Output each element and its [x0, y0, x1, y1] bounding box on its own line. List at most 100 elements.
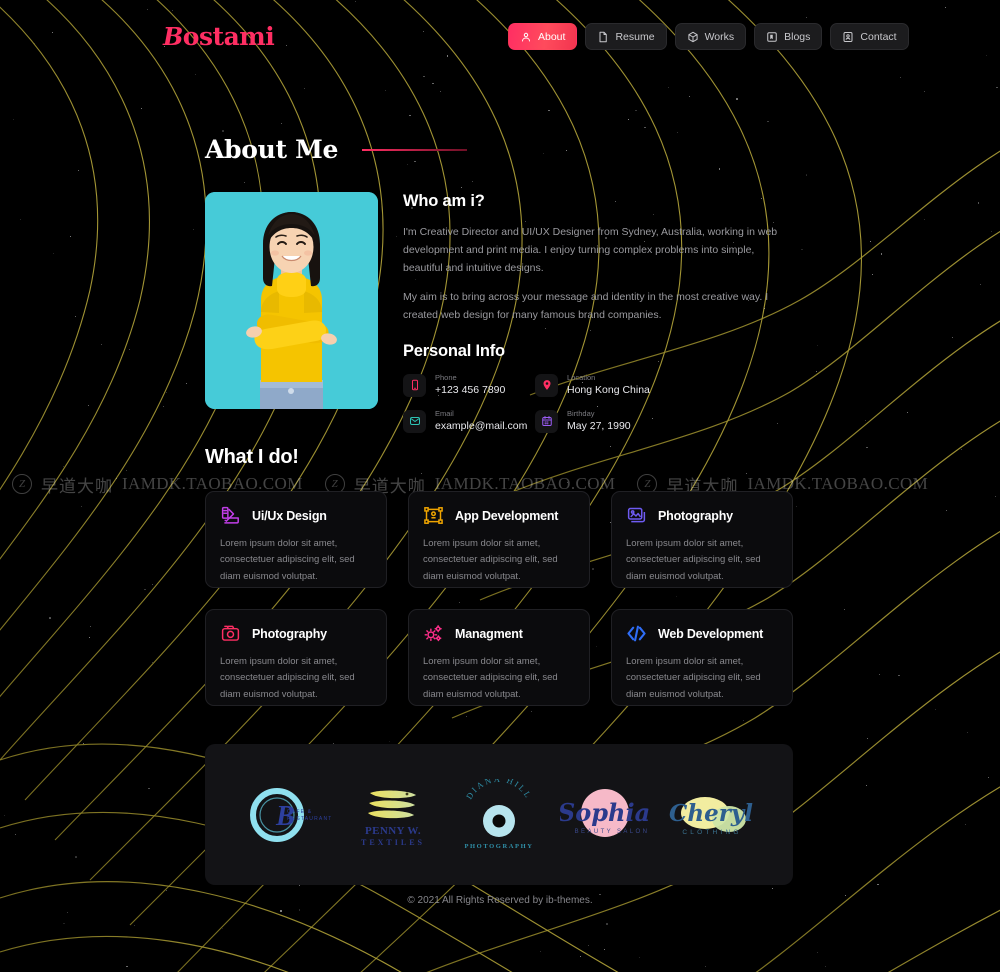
service-card-header: App Development	[423, 505, 575, 526]
info-value-phone: +123 456 7890	[435, 383, 506, 396]
service-desc: Lorem ipsum dolor sit amet, consectetuer…	[423, 656, 558, 700]
bio-paragraph-1: I'm Creative Director and UI/UX Designer…	[403, 226, 778, 275]
svg-text:PENNY W.: PENNY W.	[365, 825, 421, 837]
sophia-beauty-salon-logo: Sophia BEAUTY SALON	[560, 788, 650, 837]
service-card-header: Web Development	[626, 623, 778, 644]
service-card-app-development[interactable]: App Development Lorem ipsum dolor sit am…	[408, 491, 590, 588]
service-card-header: Photography	[220, 623, 372, 644]
info-value-email: example@mail.com	[435, 419, 528, 432]
client-logo-sophia-beauty-salon[interactable]: Sophia BEAUTY SALON	[560, 779, 650, 851]
client-logo-cheryl-clothing[interactable]: Cheryl CLOTHING	[667, 779, 757, 851]
service-card-web-development[interactable]: Web Development Lorem ipsum dolor sit am…	[611, 609, 793, 706]
document-icon	[599, 31, 608, 42]
calendar-icon	[541, 416, 552, 427]
info-item-birthday: Birthday May 27, 1990	[535, 409, 793, 433]
svg-text:BEAUTY SALON: BEAUTY SALON	[575, 829, 650, 835]
camera-icon	[221, 625, 240, 641]
svg-text:Sophia: Sophia	[560, 798, 650, 827]
nav-label-about: About	[538, 30, 566, 43]
services-heading: What I do!	[205, 446, 299, 468]
who-am-i-heading: Who am i?	[403, 192, 485, 210]
nav-item-contact[interactable]: Contact	[830, 23, 909, 50]
svg-text:Cheryl: Cheryl	[669, 800, 753, 827]
location-icon	[543, 380, 550, 391]
diana-hill-photography-logo: DIANA HILL PHOTOGRAPHY	[464, 779, 534, 850]
service-desc: Lorem ipsum dolor sit amet, consectetuer…	[220, 538, 355, 582]
gears-icon	[424, 625, 442, 642]
site-header: Bostami About Resume Works Blogs Contact	[0, 0, 1000, 72]
service-card-management[interactable]: Managment Lorem ipsum dolor sit amet, co…	[408, 609, 590, 706]
title-underline-accent	[362, 148, 468, 151]
email-icon-wrap	[403, 409, 426, 433]
service-card-header: Photography	[626, 505, 778, 526]
nav-item-about[interactable]: About	[508, 23, 578, 50]
info-label-phone: Phone	[435, 373, 457, 383]
client-logo-penny-w-textiles[interactable]: PENNY W. TEXTILES	[348, 779, 438, 851]
phone-icon-wrap	[403, 373, 426, 397]
client-logo-b-cafe[interactable]: B CAFE & RESTAURANT	[241, 779, 331, 851]
logo-text: ostami	[182, 22, 275, 51]
app-frame-icon	[424, 507, 443, 524]
cube-icon	[687, 31, 698, 42]
svg-text:CAFE &: CAFE &	[287, 809, 312, 815]
bio-paragraph-2: My aim is to bring across your message a…	[403, 291, 769, 322]
nav-label-blogs: Blogs	[784, 30, 811, 43]
service-card-photography-2[interactable]: Photography Lorem ipsum dolor sit amet, …	[205, 609, 387, 706]
profile-photo-illustration	[205, 192, 378, 409]
service-title: Ui/Ux Design	[252, 508, 327, 523]
phone-icon	[411, 379, 418, 391]
personal-info-grid: Phone +123 456 7890 Location Hong Kong C…	[403, 373, 793, 433]
service-title: Photography	[658, 508, 733, 523]
footer-copyright: © 2021 All Rights Reserved by ib-themes.	[407, 895, 593, 906]
design-swatch-icon	[221, 506, 239, 524]
location-icon-wrap	[535, 373, 558, 397]
svg-text:RESTAURANT: RESTAURANT	[287, 816, 331, 822]
user-icon	[522, 32, 530, 41]
info-value-birthday: May 27, 1990	[567, 419, 631, 432]
svg-text:TEXTILES: TEXTILES	[361, 838, 425, 847]
services-grid: Ui/Ux Design Lorem ipsum dolor sit amet,…	[205, 491, 793, 706]
personal-info-heading: Personal Info	[403, 342, 505, 361]
site-logo[interactable]: Bostami	[163, 22, 275, 51]
service-card-photography-1[interactable]: Photography Lorem ipsum dolor sit amet, …	[611, 491, 793, 588]
service-desc: Lorem ipsum dolor sit amet, consectetuer…	[220, 656, 355, 700]
service-title: Web Development	[658, 626, 764, 641]
main-navigation: About Resume Works Blogs Contact	[508, 23, 909, 50]
logo-initial: B	[163, 22, 183, 51]
nav-label-works: Works	[704, 30, 735, 43]
service-title: App Development	[455, 508, 559, 523]
penny-w-textiles-logo: PENNY W. TEXTILES	[361, 790, 425, 847]
service-card-header: Managment	[423, 623, 575, 644]
calendar-icon-wrap	[535, 409, 558, 433]
about-section: Who am i? I'm Creative Director and UI/U…	[205, 192, 793, 433]
book-icon	[767, 31, 777, 42]
image-stack-icon	[627, 507, 646, 523]
service-card-header: Ui/Ux Design	[220, 505, 372, 526]
svg-text:DIANA HILL: DIANA HILL	[464, 779, 534, 801]
info-label-location: Location	[567, 373, 596, 383]
svg-text:PHOTOGRAPHY: PHOTOGRAPHY	[464, 843, 533, 850]
page-title-block: About Me	[205, 135, 468, 164]
service-desc: Lorem ipsum dolor sit amet, consectetuer…	[423, 538, 558, 582]
nav-item-resume[interactable]: Resume	[585, 23, 667, 50]
cheryl-clothing-logo: Cheryl CLOTHING	[669, 796, 753, 836]
nav-item-works[interactable]: Works	[674, 23, 747, 50]
info-label-email: Email	[435, 409, 454, 419]
page-root: Bostami About Resume Works Blogs Contact	[0, 0, 1000, 972]
b-cafe-logo: B CAFE & RESTAURANT	[250, 787, 331, 842]
service-title: Managment	[455, 626, 523, 641]
service-desc: Lorem ipsum dolor sit amet, consectetuer…	[626, 656, 761, 700]
profile-photo	[205, 192, 378, 409]
clients-panel: B CAFE & RESTAURANT PENNY W. TEXTILES DI…	[205, 744, 793, 885]
svg-text:CLOTHING: CLOTHING	[682, 829, 741, 836]
info-item-location: Location Hong Kong China	[535, 373, 793, 397]
service-desc: Lorem ipsum dolor sit amet, consectetuer…	[626, 538, 761, 582]
nav-item-blogs[interactable]: Blogs	[754, 23, 823, 50]
page-title: About Me	[205, 135, 339, 164]
info-label-birthday: Birthday	[567, 409, 595, 419]
service-card-uiux[interactable]: Ui/Ux Design Lorem ipsum dolor sit amet,…	[205, 491, 387, 588]
info-item-email: Email example@mail.com	[403, 409, 535, 433]
client-logo-diana-hill-photography[interactable]: DIANA HILL PHOTOGRAPHY	[454, 779, 544, 851]
contact-card-icon	[843, 31, 853, 42]
nav-label-contact: Contact	[860, 30, 897, 43]
